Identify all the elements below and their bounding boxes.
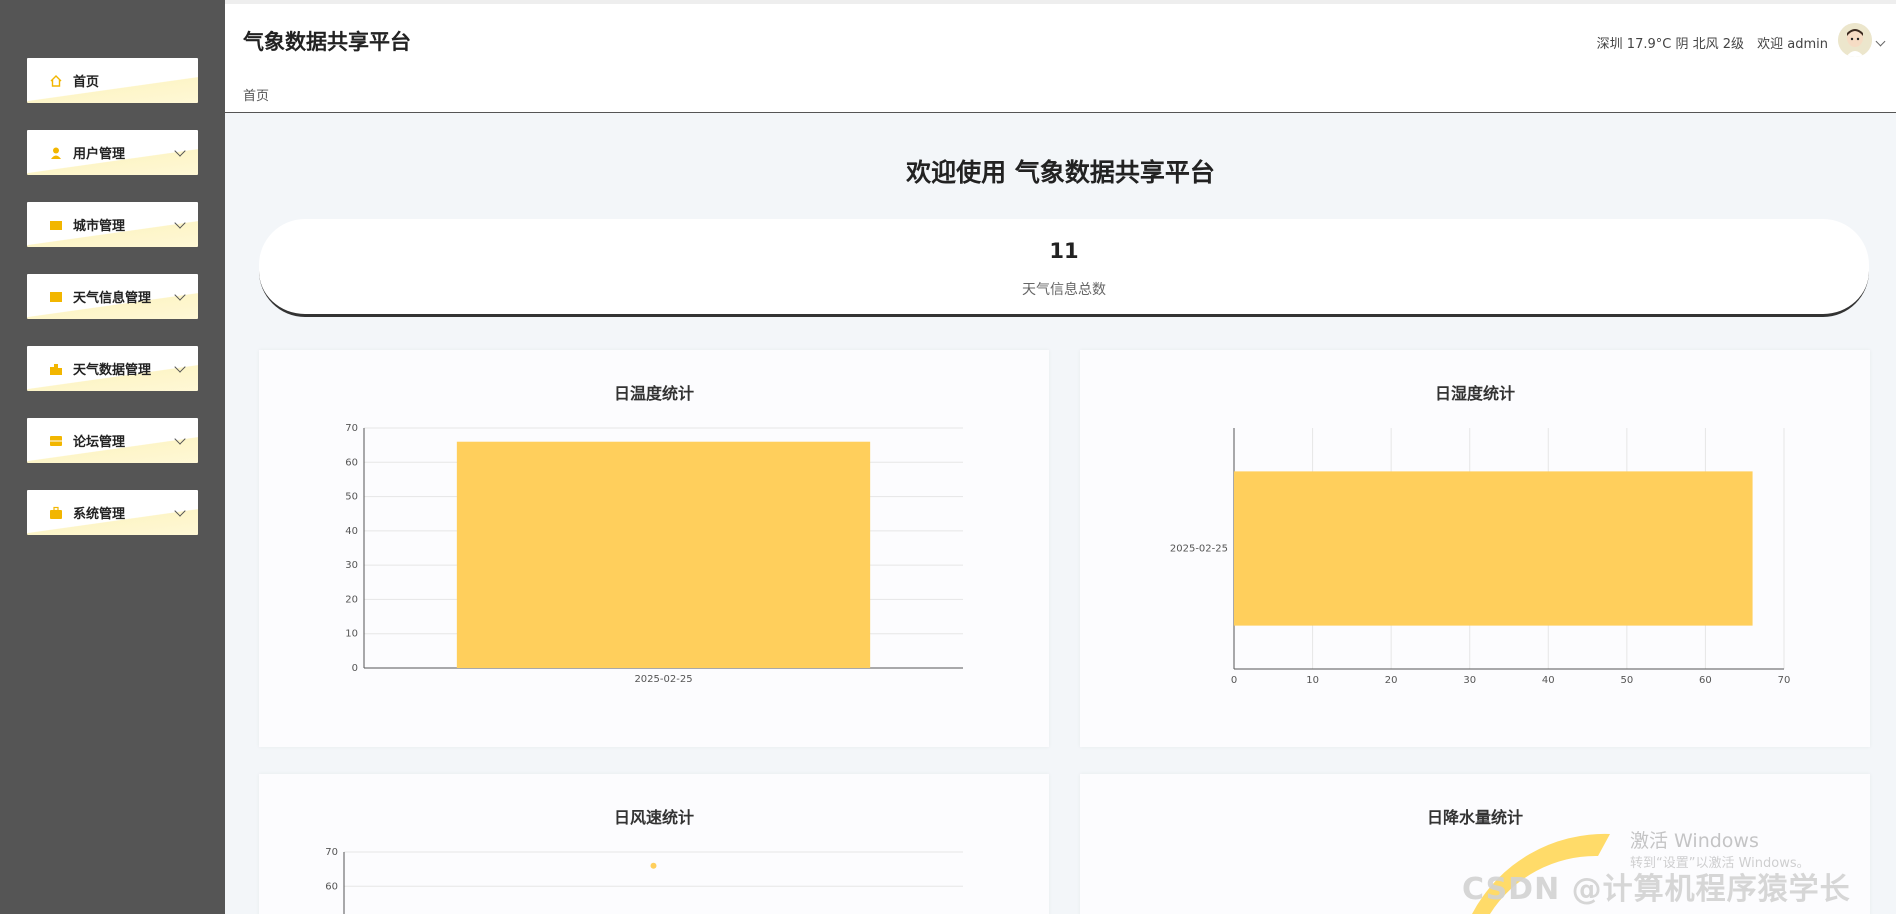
chevron-down-icon <box>174 144 186 157</box>
user-icon <box>49 146 63 160</box>
data-point <box>650 862 657 869</box>
sidebar-item-weather-data[interactable]: 天气数据管理 <box>27 346 198 391</box>
humidity-chart-panel: 日湿度统计 0 10 20 30 40 50 60 70 2025-02-25 <box>1080 350 1870 747</box>
chevron-down-icon <box>174 288 186 301</box>
y-tick-label: 60 <box>325 881 338 892</box>
weather-summary: 深圳 17.9°C 阴 北风 2级 <box>1596 37 1744 52</box>
windows-activation-title: 激活 Windows <box>1630 830 1759 852</box>
city-icon <box>49 218 63 232</box>
stat-label: 天气信息总数 <box>1022 282 1106 298</box>
x-tick-label: 0 <box>1231 675 1237 686</box>
welcome-user[interactable]: 欢迎 admin <box>1757 33 1828 52</box>
temperature-chart: 0 10 20 30 40 50 60 70 2025-02-25 <box>345 423 963 685</box>
stat-value: 11 <box>1049 239 1079 263</box>
page-title: 欢迎使用 气象数据共享平台 <box>906 158 1215 187</box>
forum-icon <box>49 434 63 448</box>
x-tick-label: 20 <box>1385 675 1398 686</box>
y-tick-label: 40 <box>345 526 358 537</box>
sidebar-item-label: 系统管理 <box>73 507 126 522</box>
weather-info-icon <box>49 290 63 304</box>
x-tick-label: 50 <box>1620 675 1633 686</box>
chevron-down-icon <box>174 432 186 445</box>
bar <box>456 441 871 668</box>
home-icon <box>49 74 63 88</box>
sidebar-item-label: 天气信息管理 <box>73 291 152 306</box>
x-tick-label: 70 <box>1778 675 1791 686</box>
temperature-chart-panel: 日温度统计 0 10 20 30 40 50 60 70 2025-02-25 <box>259 350 1049 747</box>
sidebar-item-system[interactable]: 系统管理 <box>27 490 198 535</box>
humidity-chart: 0 10 20 30 40 50 60 70 2025-02-25 <box>1170 428 1791 686</box>
top-header: 气象数据共享平台 首页 深圳 17.9°C 阴 北风 2级 欢迎 admin <box>225 0 1896 113</box>
avatar[interactable] <box>1838 23 1872 57</box>
y-tick-label: 70 <box>325 847 338 858</box>
x-tick-label: 2025-02-25 <box>634 674 692 685</box>
sidebar-item-weather-info[interactable]: 天气信息管理 <box>27 274 198 319</box>
bar <box>1234 471 1753 626</box>
sidebar-item-cities[interactable]: 城市管理 <box>27 202 198 247</box>
x-tick-label: 60 <box>1699 675 1712 686</box>
y-tick-label: 50 <box>345 492 358 503</box>
stat-card: 11 天气信息总数 <box>259 219 1869 317</box>
system-icon <box>49 506 63 520</box>
site-title: 气象数据共享平台 <box>243 30 411 54</box>
y-tick-label: 10 <box>345 629 358 640</box>
y-tick-label: 30 <box>345 560 358 571</box>
y-tick-label: 70 <box>345 423 358 434</box>
sidebar-item-label: 首页 <box>73 75 100 90</box>
weather-data-icon <box>49 362 63 376</box>
wind-chart-panel: 日风速统计 60 70 <box>259 774 1049 914</box>
sidebar-item-home[interactable]: 首页 <box>27 58 198 103</box>
y-tick-label: 2025-02-25 <box>1170 544 1228 555</box>
breadcrumb[interactable]: 首页 <box>243 85 269 104</box>
chevron-down-icon[interactable] <box>1875 36 1886 47</box>
x-tick-label: 10 <box>1306 675 1319 686</box>
sidebar-item-users[interactable]: 用户管理 <box>27 130 198 175</box>
sidebar-item-label: 天气数据管理 <box>73 363 152 378</box>
wind-chart: 60 70 <box>325 847 963 914</box>
main-content: 欢迎使用 气象数据共享平台 11 天气信息总数 日温度统计 0 10 20 30 40 5… <box>225 113 1896 914</box>
y-tick-label: 0 <box>352 663 358 674</box>
chevron-down-icon <box>174 216 186 229</box>
sidebar: 首页 用户管理 城市管理 天气信息管理 天气数据管理 论坛管理 系统管理 <box>0 0 225 914</box>
x-tick-label: 30 <box>1463 675 1476 686</box>
y-tick-label: 20 <box>345 594 358 605</box>
sidebar-item-label: 用户管理 <box>73 147 126 162</box>
chevron-down-icon <box>174 360 186 373</box>
sidebar-item-forum[interactable]: 论坛管理 <box>27 418 198 463</box>
chevron-down-icon <box>174 504 186 517</box>
x-tick-label: 40 <box>1542 675 1555 686</box>
csdn-watermark: CSDN @计算机程序猿学长 <box>1462 872 1851 907</box>
sidebar-item-label: 论坛管理 <box>73 435 126 450</box>
sidebar-item-label: 城市管理 <box>73 219 126 234</box>
y-tick-label: 60 <box>345 457 358 468</box>
